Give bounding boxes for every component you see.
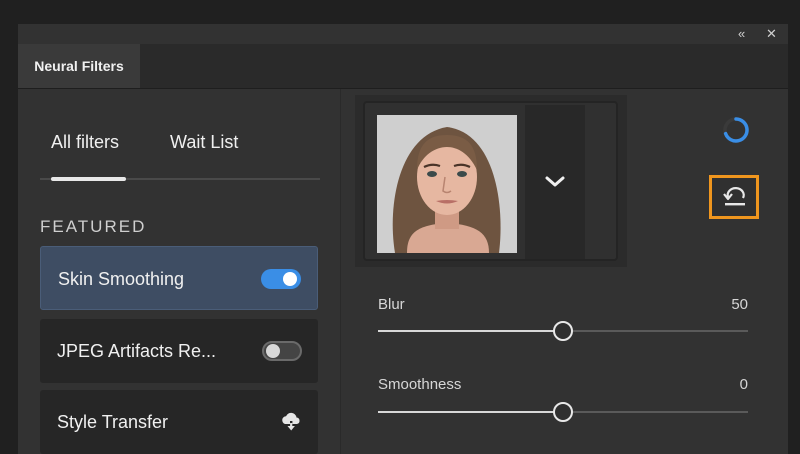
- panel-titlebar: « ✕: [18, 24, 788, 44]
- filter-item-skin-smoothing[interactable]: Skin Smoothing: [40, 246, 318, 310]
- filter-item-label: Style Transfer: [57, 412, 169, 432]
- neural-filters-panel: « ✕ Neural Filters All filters Wait List…: [18, 24, 788, 454]
- jpeg-artifacts-toggle[interactable]: [262, 341, 302, 361]
- loading-spinner-icon: [723, 117, 749, 143]
- active-subtab-indicator: [51, 177, 126, 181]
- blur-slider-fill: [378, 330, 563, 332]
- blur-slider-value: 50: [731, 296, 748, 313]
- subtab-wait-list[interactable]: Wait List: [170, 132, 238, 153]
- reset-parameters-button[interactable]: [709, 175, 759, 219]
- filter-item-label: JPEG Artifacts Re...: [57, 341, 217, 361]
- chevron-down-icon: [545, 176, 565, 187]
- filter-list-pane: All filters Wait List FEATURED Skin Smoo…: [18, 89, 338, 454]
- reset-icon: [723, 187, 745, 206]
- smoothness-slider[interactable]: [378, 402, 748, 422]
- blur-slider-thumb[interactable]: [553, 321, 573, 341]
- collapse-panel-button[interactable]: «: [738, 24, 745, 44]
- filter-item-label: Skin Smoothing: [58, 269, 185, 289]
- subtab-all-filters[interactable]: All filters: [51, 132, 119, 153]
- smoothness-slider-fill: [378, 411, 563, 413]
- smoothness-slider-value: 0: [739, 376, 748, 393]
- filter-item-style-transfer[interactable]: Style Transfer: [40, 390, 318, 454]
- reference-portrait-image: [377, 115, 517, 253]
- reference-image-selector[interactable]: [363, 101, 618, 261]
- blur-slider[interactable]: [378, 321, 748, 341]
- toggle-knob: [266, 344, 280, 358]
- preview-area: [355, 95, 627, 267]
- filter-item-jpeg-artifacts-removal[interactable]: JPEG Artifacts Re...: [40, 319, 318, 383]
- cloud-download-icon[interactable]: [280, 412, 302, 432]
- smoothness-slider-thumb[interactable]: [553, 402, 573, 422]
- blur-slider-label: Blur: [378, 296, 405, 313]
- close-panel-button[interactable]: ✕: [766, 24, 777, 44]
- panel-tabstrip: Neural Filters: [18, 44, 788, 89]
- reference-image-dropdown[interactable]: [525, 105, 585, 259]
- filter-settings-pane: Blur 50 Smoothness 0: [341, 89, 788, 454]
- skin-smoothing-toggle[interactable]: [261, 269, 301, 289]
- featured-section-label: FEATURED: [40, 217, 147, 236]
- tab-neural-filters[interactable]: Neural Filters: [18, 44, 140, 88]
- smoothness-slider-label: Smoothness: [378, 376, 462, 393]
- toggle-knob: [283, 272, 297, 286]
